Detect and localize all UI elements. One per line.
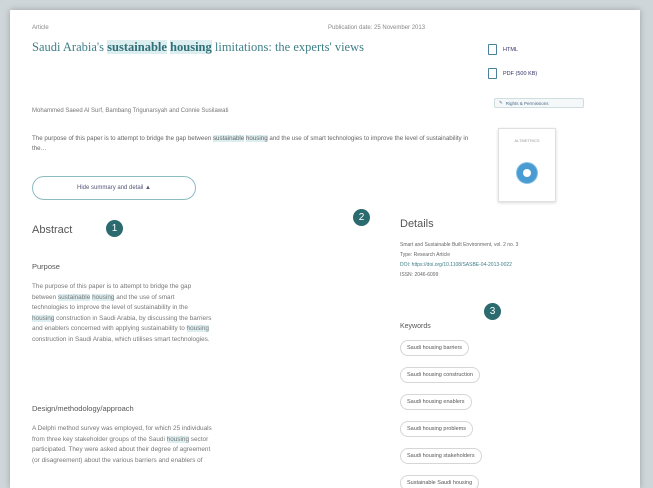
article-card: Article Publication date: 25 November 20… <box>10 10 640 488</box>
summary-highlight-sustainable: sustainable <box>212 135 245 142</box>
design-heading: Design/methodology/approach <box>32 404 134 413</box>
keyword-chip[interactable]: Saudi housing stakeholders <box>400 448 482 464</box>
html-link[interactable]: HTML <box>488 44 518 55</box>
keyword-chip[interactable]: Saudi housing barriers <box>400 340 470 356</box>
article-summary: The purpose of this paper is to attempt … <box>32 135 469 152</box>
keywords-heading: Keywords <box>400 323 431 330</box>
altmetric-donut-icon <box>517 163 537 183</box>
details-issn: ISSN: 2046-6099 <box>400 272 439 278</box>
article-type-label: Article <box>32 25 49 31</box>
publication-date: Publication date: 25 November 2013 <box>328 25 426 31</box>
html-link-label: HTML <box>503 46 518 53</box>
keyword-chip[interactable]: Sustainable Saudi housing <box>400 475 480 488</box>
title-highlight-sustainable: sustainable <box>107 40 167 54</box>
keyword-chip[interactable]: Saudi housing problems <box>400 421 474 437</box>
purpose-heading: Purpose <box>32 262 60 271</box>
details-doi-link[interactable]: DOI: https://doi.org/10.1108/SASBE-04-20… <box>400 260 518 270</box>
hide-summary-button[interactable]: Hide summary and detail ▲ <box>32 176 196 200</box>
purpose-text: The purpose of this paper is to attempt … <box>32 283 212 343</box>
keywords-badge: 3 <box>484 303 501 320</box>
title-highlight-housing: housing <box>170 40 212 54</box>
keyword-chip[interactable]: Saudi housing enablers <box>400 394 472 410</box>
summary-highlight-housing: housing <box>245 135 268 142</box>
rights-permissions-button[interactable]: ✎ Rights & Permissions <box>494 98 584 108</box>
details-journal: Smart and Sustainable Built Environment,… <box>400 242 519 248</box>
html-document-icon <box>488 44 497 55</box>
details-badge: 2 <box>353 209 370 226</box>
details-heading: Details <box>400 218 434 230</box>
pdf-link[interactable]: PDF (500 KB) <box>488 68 537 79</box>
details-list: Smart and Sustainable Built Environment,… <box>400 240 518 280</box>
design-text: A Delphi method survey was employed, for… <box>32 425 212 464</box>
details-type: Type: Research Article <box>400 252 451 258</box>
altmetrics-label: ALTMETRICS <box>514 138 540 143</box>
title-text-post: limitations: the experts' views <box>211 40 364 54</box>
keyword-chip[interactable]: Saudi housing construction <box>400 367 481 383</box>
pdf-document-icon <box>488 68 497 79</box>
altmetrics-widget[interactable]: ALTMETRICS <box>498 128 556 202</box>
abstract-badge: 1 <box>106 220 123 237</box>
article-title[interactable]: Saudi Arabia's sustainable housing limit… <box>32 38 472 56</box>
permissions-icon: ✎ <box>499 100 503 105</box>
abstract-heading: Abstract <box>32 224 73 236</box>
article-authors: Mohammed Saeed Al Surf, Bambang Trigunar… <box>32 108 229 114</box>
permissions-label: Rights & Permissions <box>505 100 549 106</box>
title-text-pre: Saudi Arabia's <box>32 40 108 54</box>
pdf-link-label: PDF (500 KB) <box>503 70 538 77</box>
